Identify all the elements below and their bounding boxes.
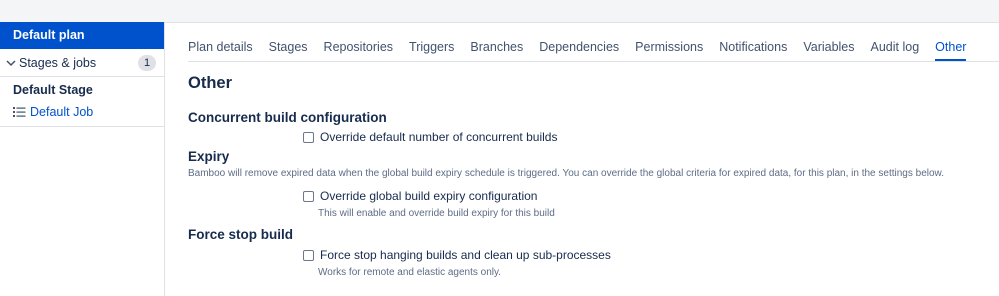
tab-audit-log[interactable]: Audit log	[871, 40, 920, 61]
page-title: Other	[188, 74, 233, 92]
sidebar-stage-default-stage[interactable]: Default Stage	[0, 79, 164, 101]
sidebar-job-label: Default Job	[30, 105, 94, 119]
force-stop-label: Force stop hanging builds and clean up s…	[320, 248, 611, 262]
force-stop-option[interactable]: Force stop hanging builds and clean up s…	[303, 246, 999, 264]
section-title-force-stop: Force stop build	[188, 227, 294, 242]
chevron-down-icon	[6, 59, 16, 66]
sidebar-job-default-job[interactable]: Default Job	[0, 101, 164, 127]
concurrent-builds-label: Override default number of concurrent bu…	[320, 130, 558, 144]
sidebar-section-label: Stages & jobs	[19, 55, 97, 70]
concurrent-builds-checkbox[interactable]	[303, 131, 314, 143]
sidebar-header-default-plan-configuration[interactable]: Default plan configuration	[0, 22, 164, 69]
main-content: Plan details Stages Repositories Trigger…	[188, 22, 999, 280]
list-icon	[13, 107, 26, 117]
force-stop-checkbox[interactable]	[303, 249, 314, 261]
expiry-checkbox[interactable]	[303, 190, 314, 202]
expiry-help-text: This will enable and override build expi…	[318, 208, 555, 219]
tab-triggers[interactable]: Triggers	[409, 40, 454, 61]
section-title-concurrent: Concurrent build configuration	[188, 110, 387, 125]
count-badge: 1	[138, 54, 156, 71]
expiry-option[interactable]: Override global build expiry configurati…	[303, 187, 999, 205]
tab-permissions[interactable]: Permissions	[635, 40, 703, 61]
expiry-description: Bamboo will remove expired data when the…	[188, 168, 944, 179]
expiry-label: Override global build expiry configurati…	[320, 189, 538, 203]
tab-other[interactable]: Other	[935, 40, 967, 61]
tab-bar: Plan details Stages Repositories Trigger…	[188, 22, 999, 62]
tab-stages[interactable]: Stages	[269, 40, 308, 61]
sidebar: Default plan configuration Stages & jobs…	[0, 22, 165, 296]
force-stop-help-text: Works for remote and elastic agents only…	[318, 267, 502, 278]
section-title-expiry: Expiry	[188, 149, 230, 164]
concurrent-builds-option[interactable]: Override default number of concurrent bu…	[303, 128, 999, 146]
tab-variables[interactable]: Variables	[803, 40, 854, 61]
tab-dependencies[interactable]: Dependencies	[539, 40, 619, 61]
tab-notifications[interactable]: Notifications	[719, 40, 787, 61]
tab-repositories[interactable]: Repositories	[324, 40, 393, 61]
tab-branches[interactable]: Branches	[470, 40, 523, 61]
top-bar	[0, 0, 999, 23]
tab-plan-details[interactable]: Plan details	[188, 40, 253, 61]
